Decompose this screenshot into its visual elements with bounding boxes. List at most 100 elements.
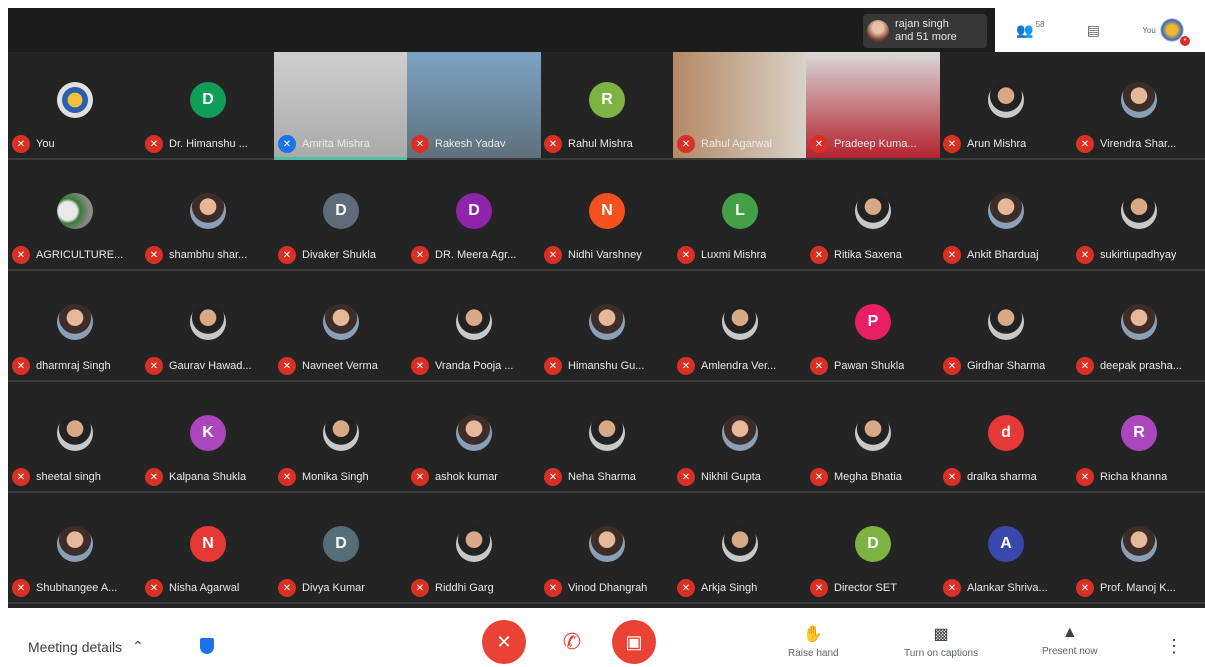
participant-name: Virendra Shar... [1100, 138, 1177, 150]
participant-tile[interactable]: ✕ Neha Sharma [540, 385, 674, 493]
participant-tile[interactable]: ✕ shambhu shar... [141, 163, 275, 271]
more-options-icon[interactable]: ⋮ [1165, 636, 1183, 657]
participant-tile[interactable]: D ✕ Divaker Shukla [274, 163, 408, 271]
participant-nameplate: ✕ Director SET [810, 578, 936, 598]
participant-tile[interactable]: ✕ Ankit Bharduaj [939, 163, 1073, 271]
end-call-button[interactable]: ✆ [550, 620, 594, 664]
participant-initial-avatar: D [323, 193, 359, 229]
bottom-control-bar: Meeting details ⌃ ✕ ✆ ▣ ✋ Raise hand ▩ T… [0, 610, 1205, 667]
participant-tile[interactable]: R ✕ Richa khanna [1072, 385, 1205, 493]
mic-toggle-button[interactable]: ✕ [482, 620, 526, 664]
mic-off-icon: ✕ [1076, 246, 1094, 264]
meeting-details-label: Meeting details [28, 638, 123, 655]
shield-icon[interactable] [200, 638, 214, 654]
participant-nameplate: ✕ Nidhi Varshney [544, 245, 670, 265]
row-divider [806, 269, 940, 271]
participant-tile[interactable]: ✕ Megha Bhatia [806, 385, 940, 493]
participant-tile[interactable]: ✕ Himanshu Gu... [540, 274, 674, 382]
participant-nameplate: ✕ Rakesh Yadav [411, 134, 537, 154]
participant-tile[interactable]: ✕ Riddhi Garg [407, 496, 541, 604]
participant-tile[interactable]: ✕ Pradeep Kuma... [806, 52, 940, 160]
participant-tile[interactable]: ✕ Virendra Shar... [1072, 52, 1205, 160]
participant-tile[interactable]: ✕ Vinod Dhangrah [540, 496, 674, 604]
participant-nameplate: ✕ Dr. Himanshu ... [145, 134, 271, 154]
meeting-details-button[interactable]: Meeting details ⌃ [28, 638, 144, 655]
presenter-pill[interactable]: rajan singh and 51 more [863, 14, 987, 48]
participant-tile[interactable]: d ✕ dralka sharma [939, 385, 1073, 493]
mic-off-icon: ✕ [544, 579, 562, 597]
participant-nameplate: ✕ ashok kumar [411, 467, 537, 487]
participant-initial-avatar: K [190, 415, 226, 451]
top-bar: rajan singh and 51 more 👥 58 ▤ You • [8, 8, 1205, 52]
participant-tile[interactable]: R ✕ Rahul Mishra [540, 52, 674, 160]
participant-initial-avatar: R [589, 82, 625, 118]
participant-nameplate: ✕ Pawan Shukla [810, 356, 936, 376]
participant-tile[interactable]: N ✕ Nisha Agarwal [141, 496, 275, 604]
participant-tile[interactable]: ✕ ashok kumar [407, 385, 541, 493]
mic-off-icon: ✕ [145, 468, 163, 486]
participant-photo-avatar [57, 304, 93, 340]
row-divider [274, 491, 408, 493]
participant-tile[interactable]: ✕ Gaurav Hawad... [141, 274, 275, 382]
participants-button[interactable]: 👥 58 [1016, 20, 1044, 39]
participant-photo-avatar [589, 526, 625, 562]
participant-tile[interactable]: ✕ deepak prasha... [1072, 274, 1205, 382]
participant-tile[interactable]: ✕ Navneet Verma [274, 274, 408, 382]
participant-name: Arkja Singh [701, 582, 758, 594]
raise-hand-button[interactable]: ✋ Raise hand [788, 624, 839, 659]
participant-tile[interactable]: ✕ Arkja Singh [673, 496, 807, 604]
mic-off-icon: ✕ [12, 468, 30, 486]
captions-button[interactable]: ▩ Turn on captions [904, 624, 978, 659]
participant-tile[interactable]: ✕ Shubhangee A... [8, 496, 142, 604]
participant-nameplate: ✕ Rahul Agarwal [677, 134, 803, 154]
mic-off-icon: ✕ [810, 468, 828, 486]
self-view-button[interactable]: You • [1142, 18, 1190, 46]
participant-tile[interactable]: P ✕ Pawan Shukla [806, 274, 940, 382]
participant-tile[interactable]: A ✕ Alankar Shriva... [939, 496, 1073, 604]
present-icon: ▲ [1061, 624, 1078, 641]
mic-off-icon: ✕ [278, 246, 296, 264]
mic-off-icon: ✕ [810, 357, 828, 375]
participant-tile[interactable]: ✕ Monika Singh [274, 385, 408, 493]
participant-tile[interactable]: ✕ You [8, 52, 142, 160]
participant-tile[interactable]: ✕ dharmraj Singh [8, 274, 142, 382]
participant-name: Amlendra Ver... [701, 360, 777, 372]
participant-tile[interactable]: D ✕ DR. Meera Agr... [407, 163, 541, 271]
participant-tile[interactable]: ✕ Vrandа Pooja ... [407, 274, 541, 382]
participant-tile[interactable]: ✕ Rahul Agarwal [673, 52, 807, 160]
participant-tile[interactable]: ✕ Ritika Saxena [806, 163, 940, 271]
participant-tile[interactable]: K ✕ Kalpana Shukla [141, 385, 275, 493]
participant-tile[interactable]: ✕ Arun Mishra [939, 52, 1073, 160]
camera-toggle-button[interactable]: ▣ [612, 620, 656, 664]
participant-tile[interactable]: ✕ Prof. Manoj K... [1072, 496, 1205, 604]
mic-off-icon: ✕ [411, 579, 429, 597]
participant-tile[interactable]: ✕ Amrita Mishra [274, 52, 408, 160]
row-divider [141, 269, 275, 271]
participant-nameplate: ✕ Vrandа Pooja ... [411, 356, 537, 376]
row-divider [8, 158, 142, 160]
participant-tile[interactable]: ✕ Amlendra Ver... [673, 274, 807, 382]
chat-button[interactable]: ▤ [1087, 22, 1100, 39]
participant-tile[interactable]: N ✕ Nidhi Varshney [540, 163, 674, 271]
participant-tile[interactable]: ✕ Rakesh Yadav [407, 52, 541, 160]
present-now-button[interactable]: ▲ Present now [1042, 624, 1098, 657]
participant-tile[interactable]: L ✕ Luxmi Mishra [673, 163, 807, 271]
mic-off-icon: ✕ [145, 246, 163, 264]
participant-photo-avatar [589, 304, 625, 340]
participant-tile[interactable]: ✕ AGRICULTURE... [8, 163, 142, 271]
participant-tile[interactable]: ✕ Nikhil Gupta [673, 385, 807, 493]
participant-name: Arun Mishra [967, 138, 1027, 150]
participant-name: Rahul Agarwal [701, 138, 772, 150]
participant-tile[interactable]: ✕ Girdhar Sharma [939, 274, 1073, 382]
participant-tile[interactable]: D ✕ Divya Kumar [274, 496, 408, 604]
participant-tile[interactable]: ✕ sheetal singh [8, 385, 142, 493]
participant-nameplate: ✕ Ankit Bharduaj [943, 245, 1069, 265]
participant-name: Megha Bhatia [834, 471, 902, 483]
participant-tile[interactable]: D ✕ Director SET [806, 496, 940, 604]
captions-icon: ▩ [933, 626, 949, 643]
meeting-stage: rajan singh and 51 more 👥 58 ▤ You • ✕ Yo… [8, 8, 1205, 608]
participant-nameplate: ✕ Himanshu Gu... [544, 356, 670, 376]
participant-tile[interactable]: ✕ sukirtiupadhyay [1072, 163, 1205, 271]
row-divider [1072, 380, 1205, 382]
participant-tile[interactable]: D ✕ Dr. Himanshu ... [141, 52, 275, 160]
